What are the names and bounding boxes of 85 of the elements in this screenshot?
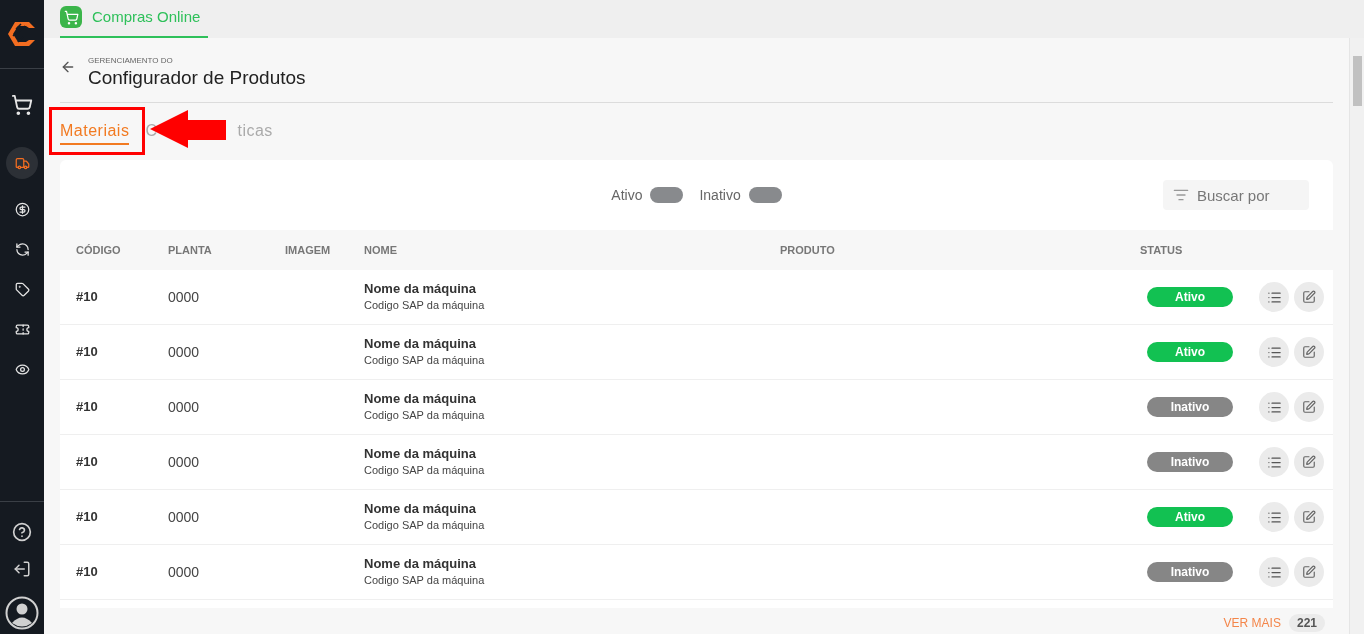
table-cell-text: 0000	[168, 287, 201, 307]
list-icon	[1266, 454, 1282, 470]
column-header: PRODUTO	[780, 242, 836, 258]
avatar-icon[interactable]	[5, 596, 39, 630]
toggle-switch[interactable]	[748, 187, 782, 203]
logo-icon	[7, 20, 37, 48]
table-cell-text: 0000	[168, 452, 201, 472]
dollar-icon	[14, 201, 30, 217]
column-header: PLANTA	[168, 242, 213, 258]
list-button[interactable]	[1259, 447, 1289, 477]
column-header: NOME	[364, 242, 398, 258]
table-cell-text: #10	[76, 453, 99, 472]
filter-label: Ativo	[611, 185, 643, 205]
status-badge: Inativo	[1147, 562, 1233, 582]
table-cell-text: 0000	[168, 397, 201, 417]
machine-name: Nome da máquina	[364, 391, 477, 407]
machine-code: Codigo SAP da máquina	[364, 298, 486, 313]
edit-button[interactable]	[1294, 502, 1324, 532]
status-badge: Ativo	[1147, 342, 1233, 362]
list-icon	[1266, 564, 1282, 580]
toggle-switch[interactable]	[650, 187, 684, 203]
status-badge: Inativo	[1147, 452, 1233, 472]
filter-icon	[1173, 187, 1189, 203]
cart-icon	[60, 6, 82, 28]
machine-name: Nome da máquina	[364, 446, 477, 462]
machine-name: Nome da máquina	[364, 556, 477, 572]
list-button[interactable]	[1259, 557, 1289, 587]
column-header: CÓDIGO	[76, 242, 122, 258]
page-overline: GERENCIAMENTO DO	[88, 56, 174, 66]
search-field[interactable]: Buscar por	[1163, 180, 1309, 210]
machine-code: Codigo SAP da máquina	[364, 408, 486, 423]
page-title: Configurador de Produtos	[88, 66, 306, 90]
machine-name: Nome da máquina	[364, 336, 477, 352]
status-badge: Ativo	[1147, 287, 1233, 307]
filter-label: Inativo	[699, 185, 741, 205]
edit-icon	[1302, 345, 1316, 359]
edit-icon	[1302, 400, 1316, 414]
table-cell-text: 0000	[168, 342, 201, 362]
table-cell-text: #10	[76, 343, 99, 362]
table-cell-text: #10	[76, 398, 99, 417]
edit-button[interactable]	[1294, 447, 1324, 477]
table-cell-text: #10	[76, 563, 99, 582]
list-button[interactable]	[1259, 392, 1289, 422]
back-icon[interactable]	[60, 59, 76, 75]
edit-icon	[1302, 510, 1316, 524]
tab[interactable]: Materiais	[60, 119, 130, 145]
edit-button[interactable]	[1294, 282, 1324, 312]
ticket-icon	[14, 321, 30, 337]
list-icon	[1266, 509, 1282, 525]
count-badge: 221	[1288, 614, 1325, 632]
eye-icon	[14, 361, 30, 377]
table-cell-text: 0000	[168, 507, 201, 527]
edit-icon	[1302, 290, 1316, 304]
see-more-link[interactable]: VER MAIS	[1223, 614, 1281, 632]
tag-icon	[14, 281, 30, 297]
table-cell-text: 0000	[168, 562, 201, 582]
edit-button[interactable]	[1294, 557, 1324, 587]
edit-icon	[1302, 565, 1316, 579]
cart-icon	[11, 94, 33, 116]
table-cell-text: #10	[76, 288, 99, 307]
table-cell-text: #10	[76, 508, 99, 527]
truck-icon	[14, 155, 30, 171]
exchange-icon	[14, 241, 30, 257]
column-header: STATUS	[1140, 242, 1184, 258]
app-tab[interactable]: Compras Online	[60, 0, 209, 38]
list-button[interactable]	[1259, 282, 1289, 312]
machine-code: Codigo SAP da máquina	[364, 463, 486, 478]
help-icon[interactable]	[12, 522, 32, 542]
edit-button[interactable]	[1294, 337, 1324, 367]
machine-code: Codigo SAP da máquina	[364, 518, 486, 533]
machine-code: Codigo SAP da máquina	[364, 353, 486, 368]
edit-button[interactable]	[1294, 392, 1324, 422]
machine-name: Nome da máquina	[364, 501, 477, 517]
list-icon	[1266, 289, 1282, 305]
list-icon	[1266, 344, 1282, 360]
machine-code: Codigo SAP da máquina	[364, 573, 486, 588]
column-header: IMAGEM	[285, 242, 332, 258]
status-badge: Inativo	[1147, 397, 1233, 417]
machine-name: Nome da máquina	[364, 281, 477, 297]
edit-icon	[1302, 455, 1316, 469]
logout-icon[interactable]	[13, 560, 31, 578]
list-button[interactable]	[1259, 337, 1289, 367]
status-badge: Ativo	[1147, 507, 1233, 527]
list-button[interactable]	[1259, 502, 1289, 532]
list-icon	[1266, 399, 1282, 415]
